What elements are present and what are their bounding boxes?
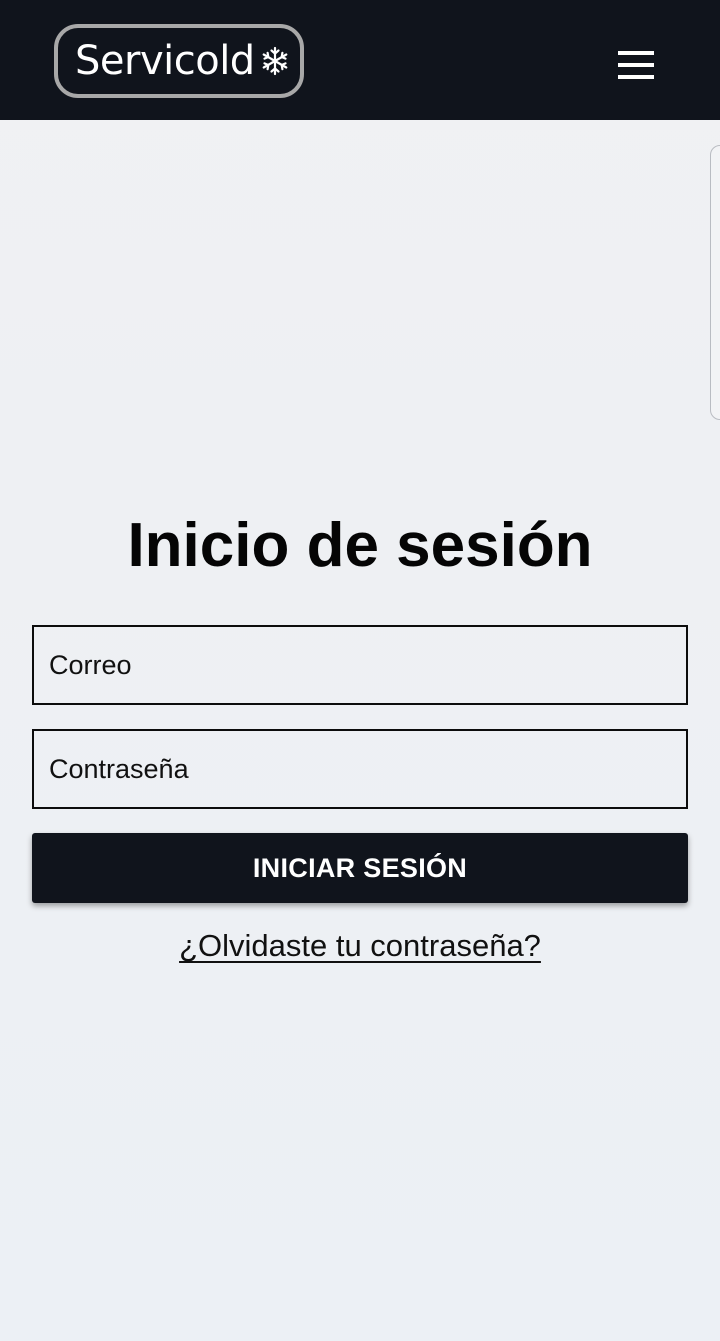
login-page: Servicold Inicio de sesión Correo INICIA…	[0, 0, 720, 1341]
forgot-password-container: ¿Olvidaste tu contraseña?	[0, 925, 720, 967]
top-navbar: Servicold	[0, 0, 720, 120]
menu-bar	[618, 75, 654, 79]
forgot-password-link[interactable]: ¿Olvidaste tu contraseña?	[179, 928, 541, 963]
side-panel-tab[interactable]	[710, 145, 720, 420]
login-button[interactable]: INICIAR SESIÓN	[32, 833, 688, 903]
servicold-logo[interactable]: Servicold	[54, 24, 304, 98]
menu-bar	[618, 51, 654, 55]
page-title: Inicio de sesión	[127, 511, 593, 580]
logo-text: Servicold	[75, 38, 255, 84]
snowflake-icon	[262, 46, 288, 76]
hamburger-menu-icon[interactable]	[612, 46, 660, 84]
password-field[interactable]	[32, 729, 688, 809]
email-field[interactable]	[32, 625, 688, 705]
menu-bar	[618, 63, 654, 67]
